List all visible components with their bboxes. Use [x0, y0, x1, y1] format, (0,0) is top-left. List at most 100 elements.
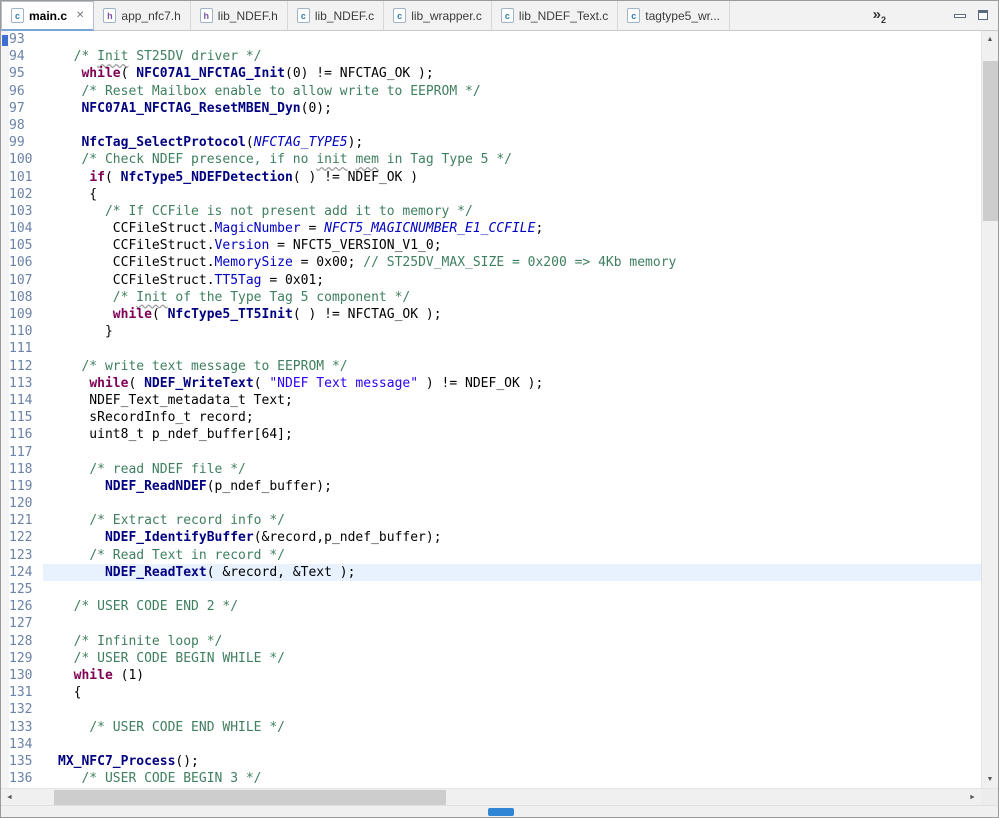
tab-lib-ndef-text-c[interactable]: c lib_NDEF_Text.c — [492, 1, 619, 30]
line-number[interactable]: 102 — [9, 186, 43, 203]
line-number[interactable]: 96 — [9, 83, 43, 100]
tab-tagtype5-wr[interactable]: c tagtype5_wr... — [618, 1, 730, 30]
line-number[interactable]: 135 — [9, 753, 43, 770]
code-line[interactable]: /* USER CODE BEGIN WHILE */ — [43, 650, 981, 667]
code-line[interactable] — [43, 615, 981, 632]
code-line[interactable] — [43, 117, 981, 134]
code-line[interactable]: { — [43, 186, 981, 203]
code-line[interactable]: /* Infinite loop */ — [43, 633, 981, 650]
code-line[interactable]: CCFileStruct.TT5Tag = 0x01; — [43, 272, 981, 289]
line-number[interactable]: 99 — [9, 134, 43, 151]
line-number[interactable]: 111 — [9, 340, 43, 357]
code-line[interactable]: uint8_t p_ndef_buffer[64]; — [43, 426, 981, 443]
code-line[interactable]: MX_NFC7_Process(); — [43, 753, 981, 770]
line-number[interactable]: 120 — [9, 495, 43, 512]
code-line[interactable]: /* USER CODE BEGIN 3 */ — [43, 770, 981, 787]
annotation-ruler[interactable] — [1, 31, 9, 788]
scroll-down-arrow-icon[interactable]: ▼ — [982, 771, 998, 788]
tab-lib-wrapper-c[interactable]: c lib_wrapper.c — [384, 1, 492, 30]
vertical-scroll-track[interactable] — [982, 48, 998, 771]
code-line[interactable]: CCFileStruct.Version = NFCT5_VERSION_V1_… — [43, 237, 981, 254]
line-number[interactable]: 114 — [9, 392, 43, 409]
code-line[interactable]: { — [43, 684, 981, 701]
code-line[interactable]: /* Reset Mailbox enable to allow write t… — [43, 83, 981, 100]
line-number[interactable]: 105 — [9, 237, 43, 254]
line-number[interactable]: 103 — [9, 203, 43, 220]
line-number[interactable]: 125 — [9, 581, 43, 598]
line-number[interactable]: 130 — [9, 667, 43, 684]
line-number[interactable]: 132 — [9, 701, 43, 718]
code-line[interactable]: while( NFC07A1_NFCTAG_Init(0) != NFCTAG_… — [43, 65, 981, 82]
horizontal-scroll-track[interactable] — [18, 789, 964, 805]
line-number[interactable]: 134 — [9, 736, 43, 753]
line-number[interactable]: 136 — [9, 770, 43, 787]
line-number[interactable]: 117 — [9, 444, 43, 461]
line-number[interactable]: 127 — [9, 615, 43, 632]
tab-app-nfc7-h[interactable]: h app_nfc7.h — [94, 1, 191, 30]
bottom-scroll-indicator[interactable] — [488, 808, 514, 816]
line-number[interactable]: 95 — [9, 65, 43, 82]
line-number[interactable]: 133 — [9, 719, 43, 736]
line-number[interactable]: 116 — [9, 426, 43, 443]
scroll-right-arrow-icon[interactable]: ► — [964, 789, 981, 806]
code-line[interactable] — [43, 31, 981, 48]
annotation-marker[interactable] — [2, 35, 8, 46]
tab-lib-ndef-c[interactable]: c lib_NDEF.c — [288, 1, 385, 30]
scroll-up-arrow-icon[interactable]: ▲ — [982, 31, 998, 48]
code-line[interactable]: NDEF_ReadText( &record, &Text ); — [43, 563, 981, 581]
code-line[interactable]: while( NDEF_WriteText( "NDEF Text messag… — [43, 375, 981, 392]
code-line[interactable]: if( NfcType5_NDEFDetection( ) != NDEF_OK… — [43, 169, 981, 186]
code-line[interactable]: /* write text message to EEPROM */ — [43, 358, 981, 375]
vertical-scroll-thumb[interactable] — [983, 61, 998, 221]
code-line[interactable]: /* If CCFile is not present add it to me… — [43, 203, 981, 220]
line-number[interactable]: 115 — [9, 409, 43, 426]
code-line[interactable] — [43, 495, 981, 512]
tab-overflow-button[interactable]: »2 — [873, 7, 886, 25]
code-line[interactable]: /* Check NDEF presence, if no init mem i… — [43, 151, 981, 168]
close-icon[interactable]: ✕ — [76, 10, 84, 21]
line-number[interactable]: 118 — [9, 461, 43, 478]
scroll-left-arrow-icon[interactable]: ◄ — [1, 789, 18, 806]
code-line[interactable]: /* USER CODE END WHILE */ — [43, 719, 981, 736]
line-number[interactable]: 109 — [9, 306, 43, 323]
line-number[interactable]: 122 — [9, 529, 43, 546]
code-line[interactable]: } — [43, 323, 981, 340]
line-number[interactable]: 106 — [9, 254, 43, 271]
horizontal-scroll-thumb[interactable] — [54, 790, 446, 805]
vertical-scrollbar[interactable]: ▲ ▼ — [981, 31, 998, 788]
horizontal-scrollbar[interactable]: ◄ ► — [1, 789, 981, 805]
line-number[interactable]: 124 — [9, 564, 43, 581]
code-line[interactable] — [43, 581, 981, 598]
line-number[interactable]: 129 — [9, 650, 43, 667]
code-line[interactable] — [43, 736, 981, 753]
code-line[interactable]: /* Init ST25DV driver */ — [43, 48, 981, 65]
line-number[interactable]: 126 — [9, 598, 43, 615]
line-number[interactable]: 112 — [9, 358, 43, 375]
line-number[interactable]: 97 — [9, 100, 43, 117]
line-number[interactable]: 108 — [9, 289, 43, 306]
line-number[interactable]: 131 — [9, 684, 43, 701]
code-line[interactable] — [43, 701, 981, 718]
code-line[interactable]: NFC07A1_NFCTAG_ResetMBEN_Dyn(0); — [43, 100, 981, 117]
maximize-icon[interactable] — [976, 8, 990, 22]
tab-main-c[interactable]: c main.c ✕ — [1, 1, 95, 31]
code-line[interactable]: while (1) — [43, 667, 981, 684]
line-number[interactable]: 128 — [9, 633, 43, 650]
line-number[interactable]: 119 — [9, 478, 43, 495]
code-line[interactable] — [43, 444, 981, 461]
code-line[interactable]: /* Init of the Type Tag 5 component */ — [43, 289, 981, 306]
code-line[interactable]: NDEF_ReadNDEF(p_ndef_buffer); — [43, 478, 981, 495]
line-number[interactable]: 107 — [9, 272, 43, 289]
code-line[interactable]: sRecordInfo_t record; — [43, 409, 981, 426]
code-line[interactable] — [43, 340, 981, 357]
code-line[interactable]: NfcTag_SelectProtocol(NFCTAG_TYPE5); — [43, 134, 981, 151]
code-line[interactable]: /* Extract record info */ — [43, 512, 981, 529]
code-line[interactable]: while( NfcType5_TT5Init( ) != NFCTAG_OK … — [43, 306, 981, 323]
code-line[interactable]: CCFileStruct.MemorySize = 0x00; // ST25D… — [43, 254, 981, 271]
code-line[interactable]: /* Read Text in record */ — [43, 547, 981, 564]
line-number[interactable]: 121 — [9, 512, 43, 529]
code-line[interactable]: NDEF_Text_metadata_t Text; — [43, 392, 981, 409]
line-number[interactable]: 101 — [9, 169, 43, 186]
line-number[interactable]: 123 — [9, 547, 43, 564]
code-line[interactable]: /* USER CODE END 2 */ — [43, 598, 981, 615]
